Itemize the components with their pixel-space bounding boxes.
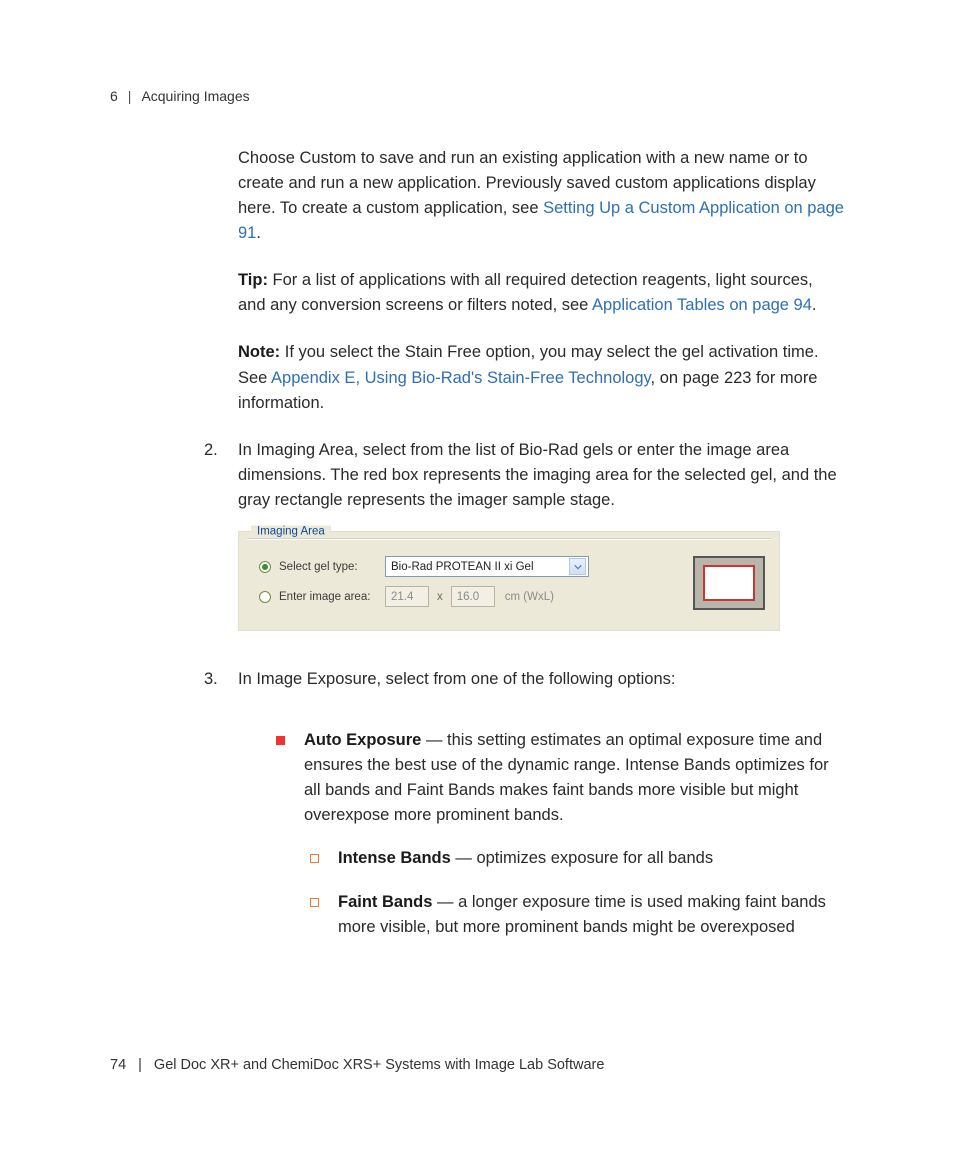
bullet-open-icon — [310, 890, 338, 940]
bullet-list-level1: Auto Exposure — this setting estimates a… — [276, 728, 844, 940]
panel-divider — [247, 538, 771, 540]
panel-form: Select gel type: Bio-Rad PROTEAN II xi G… — [259, 554, 667, 614]
select-value: Bio-Rad PROTEAN II xi Gel — [391, 561, 534, 573]
tip-paragraph: Tip: For a list of applications with all… — [238, 268, 844, 318]
bullet-body: Auto Exposure — this setting estimates a… — [304, 728, 844, 828]
row-enter-image-area: Enter image area: 21.4 x 16.0 cm (WxL) — [259, 584, 667, 610]
intro-paragraph: Choose Custom to save and run an existin… — [238, 146, 844, 246]
bullet-filled-icon — [276, 728, 304, 828]
length-input[interactable]: 16.0 — [451, 586, 495, 607]
page-number: 74 — [110, 1057, 126, 1073]
bullet-open-icon — [310, 846, 338, 872]
auto-exposure-title: Auto Exposure — [304, 731, 421, 749]
footer-title: Gel Doc XR+ and ChemiDoc XRS+ Systems wi… — [154, 1057, 605, 1073]
running-head: 6 | Acquiring Images — [110, 88, 844, 104]
panel-title: Imaging Area — [251, 526, 331, 538]
row-select-gel-type: Select gel type: Bio-Rad PROTEAN II xi G… — [259, 554, 667, 580]
note-paragraph: Note: If you select the Stain Free optio… — [238, 340, 844, 415]
step-text: In Imaging Area, select from the list of… — [238, 438, 844, 513]
label-select-gel-type: Select gel type: — [279, 561, 385, 573]
text: . — [812, 296, 817, 314]
dimension-multiply: x — [437, 591, 443, 603]
bullet-body: Faint Bands — a longer exposure time is … — [338, 890, 844, 940]
width-input[interactable]: 21.4 — [385, 586, 429, 607]
stage-preview — [693, 556, 765, 610]
step-2: 2. In Imaging Area, select from the list… — [238, 438, 844, 513]
gel-type-select[interactable]: Bio-Rad PROTEAN II xi Gel — [385, 556, 589, 577]
chapter-title: Acquiring Images — [141, 88, 249, 104]
imaging-area-panel: Imaging Area Select gel type: Bio-Rad PR… — [238, 531, 780, 631]
label-enter-image-area: Enter image area: — [279, 591, 385, 603]
tip-label: Tip: — [238, 271, 268, 289]
list-item: Auto Exposure — this setting estimates a… — [276, 728, 844, 828]
chapter-number: 6 — [110, 88, 118, 104]
imaging-area-box — [703, 565, 755, 601]
separator: | — [138, 1057, 142, 1073]
step-3: 3. In Image Exposure, select from one of… — [238, 667, 844, 710]
list-item: Faint Bands — a longer exposure time is … — [310, 890, 844, 940]
link-appendix-e[interactable]: Appendix E, Using Bio-Rad's Stain-Free T… — [271, 369, 651, 387]
radio-enter-image-area[interactable] — [259, 591, 271, 603]
panel-content: Select gel type: Bio-Rad PROTEAN II xi G… — [259, 554, 765, 614]
bullet-list-level2: Intense Bands — optimizes exposure for a… — [310, 846, 844, 940]
page-footer: 74 | Gel Doc XR+ and ChemiDoc XRS+ Syste… — [110, 1057, 604, 1073]
imaging-area-panel-wrap: Imaging Area Select gel type: Bio-Rad PR… — [238, 531, 844, 631]
radio-select-gel-type[interactable] — [259, 561, 271, 573]
separator: | — [128, 88, 132, 104]
text: . — [256, 224, 261, 242]
bullet-body: Intense Bands — optimizes exposure for a… — [338, 846, 844, 872]
step-text: In Image Exposure, select from one of th… — [238, 667, 844, 692]
intense-bands-text: — optimizes exposure for all bands — [451, 849, 713, 867]
list-item: Intense Bands — optimizes exposure for a… — [310, 846, 844, 872]
page: 6 | Acquiring Images Choose Custom to sa… — [0, 0, 954, 1159]
chevron-down-icon — [569, 558, 586, 575]
dimension-unit: cm (WxL) — [505, 591, 554, 603]
note-label: Note: — [238, 343, 280, 361]
link-application-tables[interactable]: Application Tables on page 94 — [592, 296, 812, 314]
step-number: 3. — [204, 667, 238, 710]
intense-bands-title: Intense Bands — [338, 849, 451, 867]
step-number: 2. — [204, 438, 238, 513]
faint-bands-title: Faint Bands — [338, 893, 432, 911]
content: Choose Custom to save and run an existin… — [110, 146, 844, 940]
